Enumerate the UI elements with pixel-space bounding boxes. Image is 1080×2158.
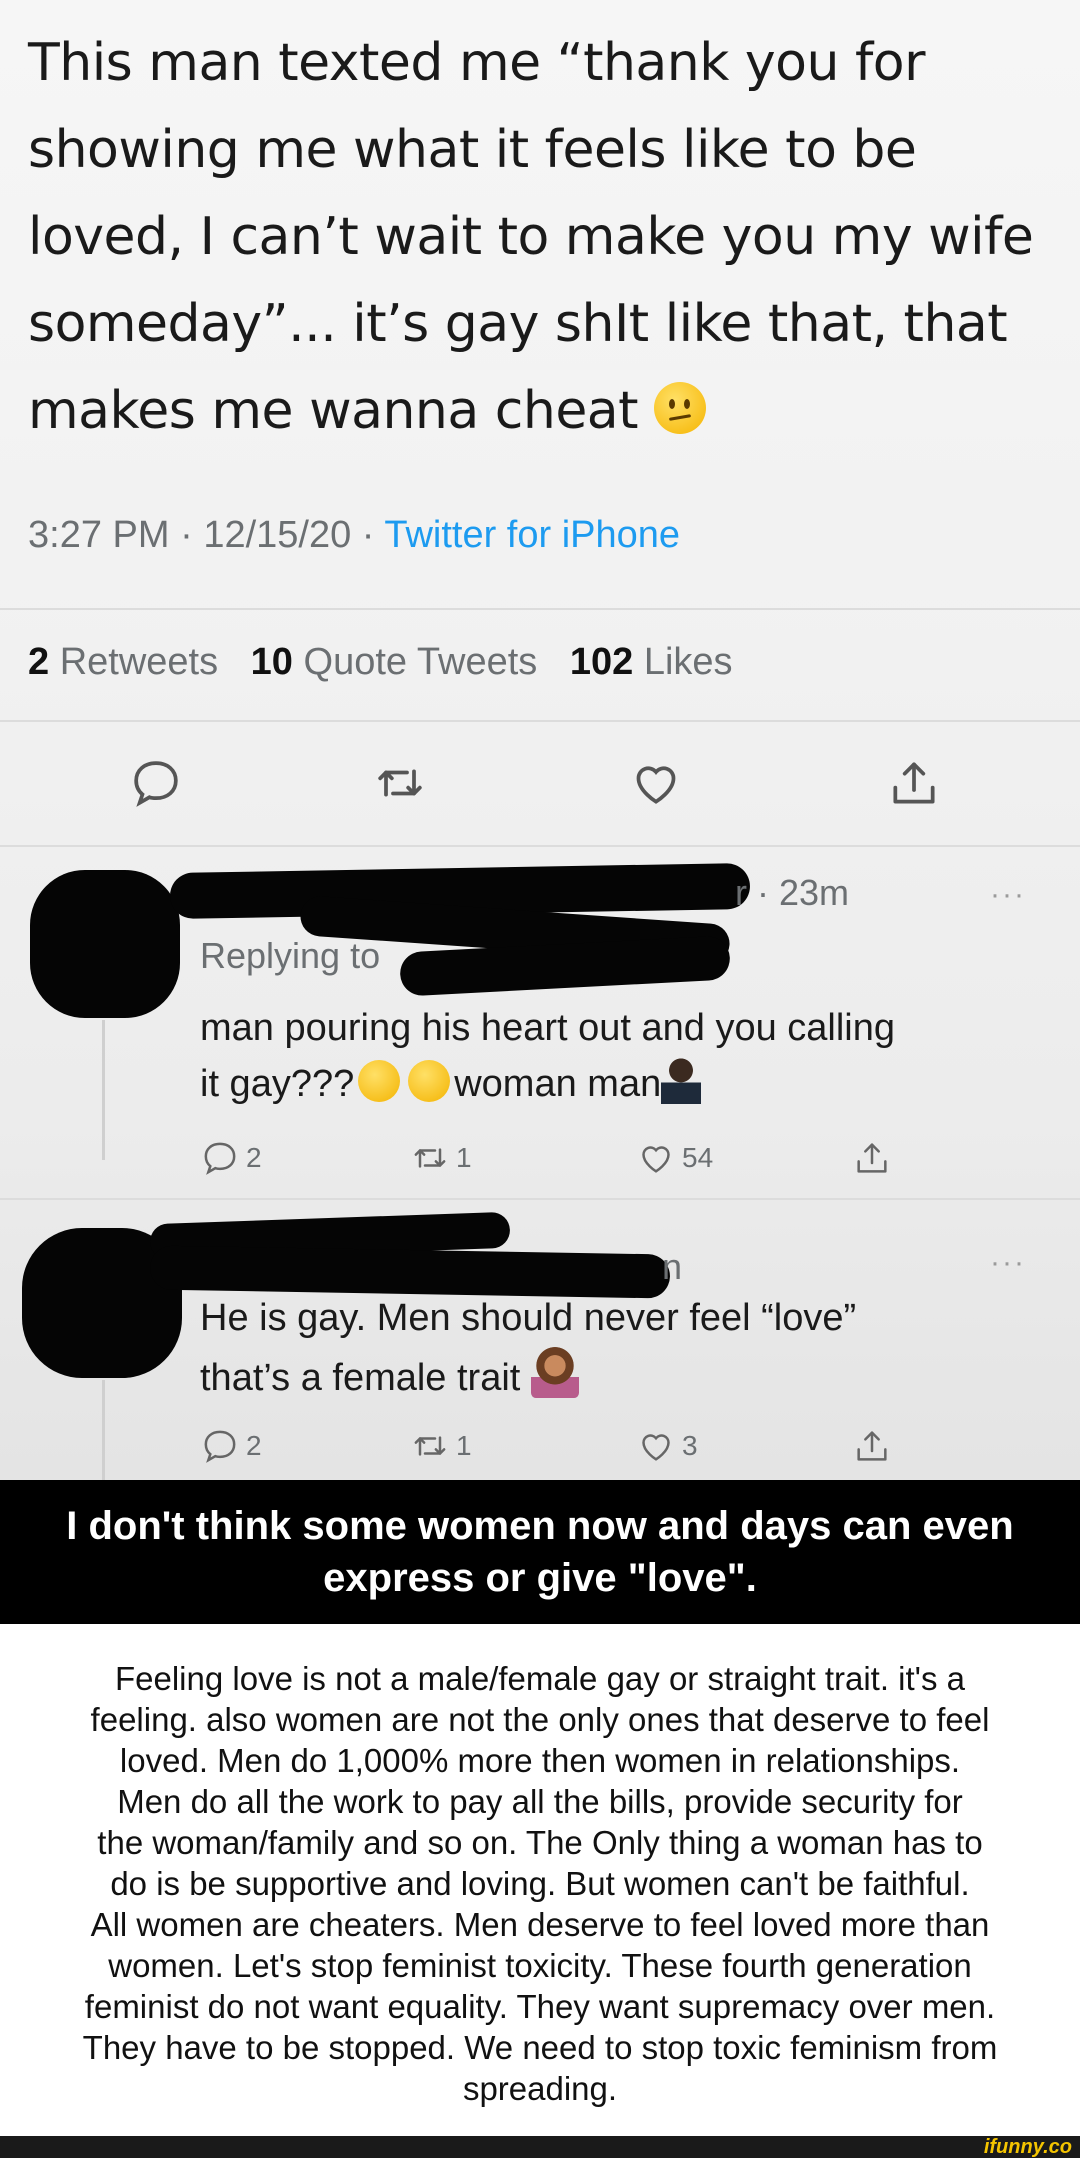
- reply-2-actions: 2 1 3: [0, 1426, 1080, 1476]
- tweet-actions: [0, 755, 1080, 825]
- more-options-icon[interactable]: ···: [990, 1246, 1026, 1280]
- tweet-meta: 3:27 PM · 12/15/20 · Twitter for iPhone: [28, 514, 681, 556]
- retweets-label[interactable]: Retweets: [60, 641, 218, 683]
- loudly-crying-face-icon: [408, 1060, 451, 1102]
- divider: [0, 845, 1080, 847]
- like-button[interactable]: 54: [636, 1138, 713, 1178]
- tweet-line-4: someday”... it’s gay shIt like that, tha…: [28, 294, 1008, 354]
- share-icon: [857, 1143, 887, 1173]
- reply-button[interactable]: 2: [200, 1138, 262, 1178]
- post-description: Feeling love is not a male/female gay or…: [82, 1660, 998, 2107]
- reply-1-text: man pouring his heart out and you callin…: [200, 1007, 896, 1105]
- replying-to-label: Replying to: [200, 935, 381, 976]
- tweet-line-1: This man texted me “thank you for: [28, 33, 925, 93]
- tweet-line-3: loved, I can’t wait to make you my wife: [28, 207, 1034, 267]
- likes-count: 102: [569, 641, 634, 683]
- redacted-avatar: [30, 870, 180, 1018]
- like-heart-icon[interactable]: [628, 755, 684, 811]
- share-button[interactable]: [852, 1426, 892, 1466]
- man-standing-icon: [661, 1056, 702, 1104]
- retweet-icon: [414, 1436, 446, 1456]
- share-button[interactable]: [852, 1138, 892, 1178]
- reply-2-text: He is gay. Men should never feel “love” …: [200, 1297, 857, 1399]
- reply-1-actions: 2 1 54: [0, 1138, 1080, 1188]
- loudly-crying-face-icon: [358, 1060, 401, 1102]
- more-options-icon[interactable]: ···: [990, 878, 1026, 912]
- tweet-date: 12/15/20: [203, 514, 352, 556]
- tweet-body: This man texted me “thank you for showin…: [28, 20, 1058, 455]
- retweet-icon: [414, 1148, 446, 1168]
- tweet-source-link[interactable]: Twitter for iPhone: [384, 514, 680, 556]
- retweet-icon[interactable]: [372, 755, 428, 811]
- reply-icon: [204, 1430, 236, 1463]
- tweet-line-2: showing me what it feels like to be: [28, 120, 917, 180]
- tweet-time: 3:27 PM: [28, 514, 170, 556]
- share-icon: [857, 1431, 887, 1461]
- quotes-label[interactable]: Quote Tweets: [304, 641, 538, 683]
- reply-icon: [204, 1142, 236, 1175]
- like-button[interactable]: 3: [636, 1426, 698, 1466]
- reply-timestamp: r · 23m: [735, 872, 850, 913]
- share-icon[interactable]: [886, 755, 942, 811]
- divider: [0, 1198, 1080, 1200]
- caption-bar: I don't think some women now and days ca…: [0, 1480, 1080, 1624]
- confused-face-icon: [654, 382, 707, 434]
- retweets-count: 2: [28, 641, 50, 683]
- tweet-stats: 2 Retweets 10 Quote Tweets 102 Likes: [28, 641, 733, 684]
- tweet-line-5: makes me wanna cheat: [28, 381, 639, 441]
- footer-bar: ifunny.co: [0, 2136, 1080, 2158]
- woman-facepalming-icon: [530, 1346, 579, 1398]
- retweet-button[interactable]: 1: [410, 1138, 472, 1178]
- ifunny-watermark: ifunny.co: [983, 2136, 1072, 2158]
- like-heart-icon: [642, 1146, 670, 1173]
- reply-button[interactable]: 2: [200, 1426, 262, 1466]
- divider: [0, 608, 1080, 610]
- tweet-screenshot: This man texted me “thank you for showin…: [0, 0, 1080, 1480]
- retweet-button[interactable]: 1: [410, 1426, 472, 1466]
- divider: [0, 720, 1080, 722]
- reply-icon[interactable]: [128, 755, 184, 811]
- caption-title: I don't think some women now and days ca…: [66, 1504, 1014, 1600]
- reply-timestamp: n: [662, 1246, 683, 1287]
- quotes-count: 10: [250, 641, 293, 683]
- likes-label[interactable]: Likes: [644, 641, 733, 683]
- like-heart-icon: [642, 1434, 670, 1461]
